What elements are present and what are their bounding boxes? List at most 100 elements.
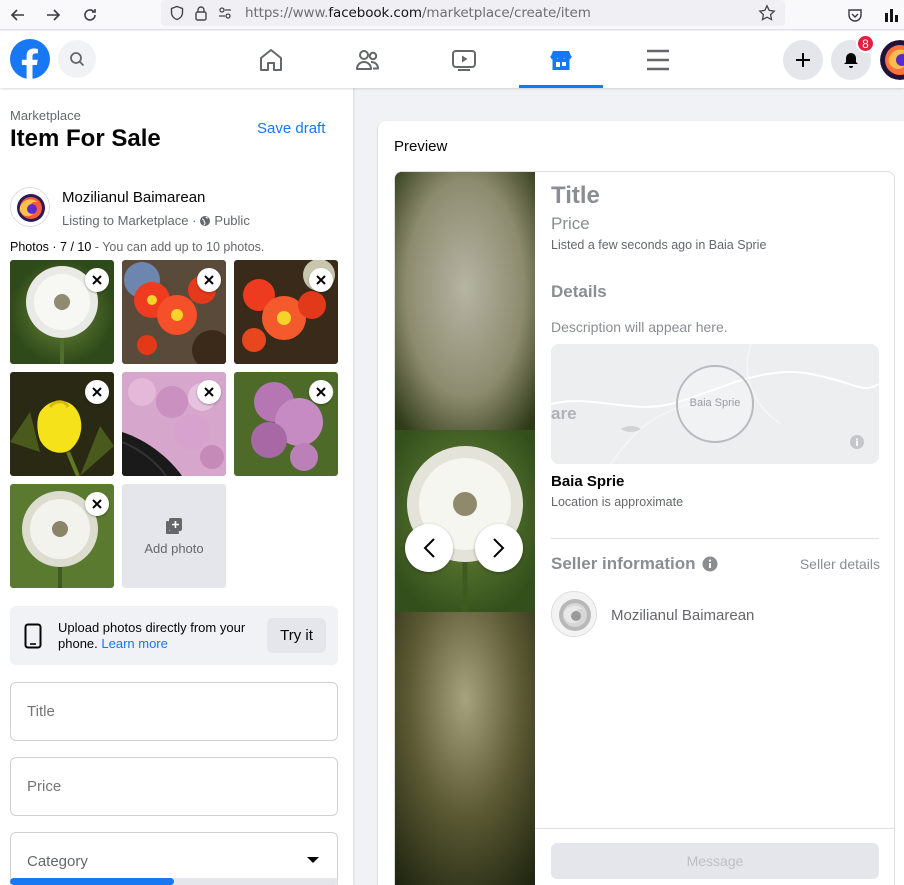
notifications-button[interactable]: 8 bbox=[831, 34, 875, 80]
remove-photo-button[interactable] bbox=[85, 268, 109, 292]
browser-toolbar: https://www.facebook.com/marketplace/cre… bbox=[0, 0, 904, 30]
home-icon bbox=[260, 48, 282, 71]
preview-seller-avatar bbox=[551, 591, 597, 637]
remove-photo-button[interactable] bbox=[197, 268, 221, 292]
preview-seller-name: Mozilianul Baimarean bbox=[611, 607, 755, 624]
shield-icon[interactable] bbox=[165, 1, 189, 25]
phone-icon bbox=[24, 623, 42, 649]
chevron-right-icon bbox=[493, 538, 505, 558]
info-icon[interactable] bbox=[702, 556, 718, 572]
stats-icon[interactable] bbox=[878, 2, 904, 28]
plus-icon bbox=[796, 53, 810, 67]
facebook-logo-icon[interactable] bbox=[10, 39, 50, 79]
remove-photo-button[interactable] bbox=[309, 268, 333, 292]
previous-photo-button[interactable] bbox=[405, 524, 453, 572]
divider bbox=[535, 828, 894, 829]
seller-info-label: Seller information bbox=[551, 554, 696, 573]
photos-hint: - You can add up to 10 photos. bbox=[91, 240, 265, 254]
bookmark-star-icon[interactable] bbox=[755, 1, 779, 25]
preview-card: Preview Title Price Listed a few seconds… bbox=[378, 121, 904, 885]
add-photo-icon bbox=[166, 517, 182, 534]
photos-label: Photos · 7 / 10 bbox=[10, 240, 92, 254]
bell-icon bbox=[844, 53, 858, 68]
close-icon bbox=[204, 387, 214, 397]
try-it-button[interactable]: Try it bbox=[267, 618, 326, 653]
preview-details: Title Price Listed a few seconds ago in … bbox=[535, 172, 894, 885]
create-button[interactable] bbox=[783, 40, 823, 80]
photo-thumbnail-4[interactable] bbox=[10, 372, 114, 476]
tab-home[interactable] bbox=[229, 31, 313, 88]
close-icon bbox=[92, 387, 102, 397]
tab-menu[interactable] bbox=[616, 31, 700, 88]
preview-listed-time: Listed a few seconds ago in Baia Sprie bbox=[551, 238, 767, 252]
marketplace-store-icon bbox=[550, 50, 572, 70]
form-progress-bar bbox=[10, 878, 338, 885]
photo-thumbnail-7[interactable] bbox=[10, 484, 114, 588]
chevron-left-icon bbox=[423, 538, 435, 558]
price-field[interactable] bbox=[10, 757, 338, 816]
pocket-icon[interactable] bbox=[842, 2, 868, 28]
next-photo-button[interactable] bbox=[475, 524, 523, 572]
reload-icon[interactable] bbox=[77, 2, 103, 28]
photo-thumbnail-3[interactable] bbox=[234, 260, 338, 364]
title-field[interactable] bbox=[10, 682, 338, 741]
location-city: Baia Sprie bbox=[551, 473, 625, 490]
url-bar[interactable]: https://www.facebook.com/marketplace/cre… bbox=[161, 0, 785, 26]
facebook-header: 8 bbox=[0, 31, 904, 88]
divider bbox=[551, 538, 879, 539]
preview-price: Price bbox=[551, 214, 590, 233]
close-icon bbox=[316, 387, 326, 397]
add-photo-button[interactable]: Add photo bbox=[122, 484, 226, 588]
description-placeholder: Description will appear here. bbox=[551, 319, 728, 335]
remove-photo-button[interactable] bbox=[309, 380, 333, 404]
preview-photo-carousel bbox=[395, 172, 535, 885]
message-button: Message bbox=[551, 843, 879, 879]
listing-form-panel: Marketplace Item For Sale Save draft Moz… bbox=[0, 88, 353, 885]
breadcrumb[interactable]: Marketplace bbox=[10, 108, 81, 123]
location-map[interactable]: i are Baia Sprie bbox=[551, 344, 879, 464]
details-heading: Details bbox=[551, 282, 607, 301]
tab-watch[interactable] bbox=[422, 31, 506, 88]
price-input[interactable] bbox=[27, 778, 317, 795]
preview-listing: Title Price Listed a few seconds ago in … bbox=[394, 171, 895, 885]
seller-name: Mozilianul Baimarean bbox=[62, 189, 206, 206]
remove-photo-button[interactable] bbox=[85, 380, 109, 404]
tab-friends[interactable] bbox=[326, 31, 410, 88]
menu-icon bbox=[647, 49, 669, 70]
permissions-icon[interactable] bbox=[213, 1, 237, 25]
remove-photo-button[interactable] bbox=[197, 380, 221, 404]
forward-icon[interactable] bbox=[40, 2, 66, 28]
search-icon bbox=[70, 52, 85, 67]
search-button[interactable] bbox=[58, 40, 96, 78]
svg-text:i: i bbox=[855, 438, 858, 449]
upload-text: Upload photos directly from your phone. … bbox=[58, 620, 268, 652]
learn-more-link[interactable]: Learn more bbox=[101, 636, 167, 651]
close-icon bbox=[92, 275, 102, 285]
title-input[interactable] bbox=[27, 703, 317, 720]
map-city-label: Baia Sprie bbox=[689, 397, 741, 409]
back-icon[interactable] bbox=[5, 2, 31, 28]
seller-details-link[interactable]: Seller details bbox=[800, 556, 880, 572]
lock-icon[interactable] bbox=[189, 1, 213, 25]
tab-marketplace[interactable] bbox=[519, 31, 603, 88]
category-placeholder: Category bbox=[27, 853, 88, 870]
preview-heading: Preview bbox=[394, 138, 448, 155]
audience-label[interactable]: Public bbox=[214, 213, 249, 228]
remove-photo-button[interactable] bbox=[85, 492, 109, 516]
seller-info-heading: Seller information bbox=[551, 554, 718, 574]
video-icon bbox=[452, 49, 476, 71]
close-icon bbox=[92, 499, 102, 509]
url-domain: facebook.com bbox=[328, 5, 422, 21]
seller-avatar bbox=[10, 187, 50, 227]
photo-thumbnail-6[interactable] bbox=[234, 372, 338, 476]
notification-badge: 8 bbox=[856, 34, 875, 53]
photo-thumbnail-2[interactable] bbox=[122, 260, 226, 364]
save-draft-button[interactable]: Save draft bbox=[257, 120, 325, 137]
account-avatar[interactable] bbox=[880, 40, 904, 80]
close-icon bbox=[204, 275, 214, 285]
photo-thumbnail-1[interactable] bbox=[10, 260, 114, 364]
preview-title: Title bbox=[551, 182, 600, 209]
listing-info-text: Listing to Marketplace · bbox=[62, 213, 197, 228]
photo-thumbnail-5[interactable] bbox=[122, 372, 226, 476]
chevron-down-icon bbox=[307, 857, 319, 863]
